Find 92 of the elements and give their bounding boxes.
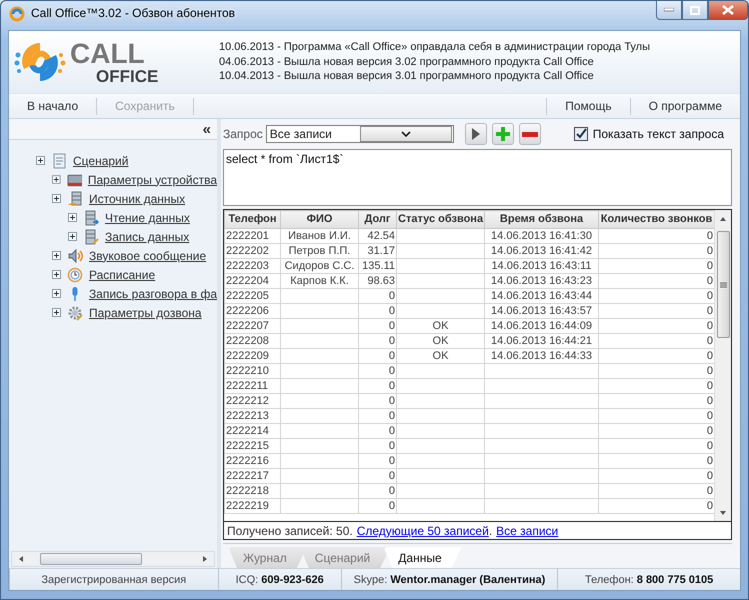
- tree-link[interactable]: Запись разговора в фа: [88, 286, 217, 300]
- table-cell: 14.06.2013 16:44:09: [484, 318, 598, 334]
- news-item: 10.06.2013 - Программа «Call Office» оправдала себя в администрации города Тулы: [219, 40, 650, 55]
- table-cell: 2222214: [224, 424, 280, 439]
- table-cell: 2222219: [224, 498, 280, 514]
- table-cell: OK: [396, 348, 484, 364]
- table-cell: 14.06.2013 16:44:33: [484, 348, 598, 364]
- table-cell: 14.06.2013 16:43:23: [484, 274, 598, 289]
- collapse-button[interactable]: «: [196, 122, 217, 136]
- table-cell: 0: [358, 424, 396, 439]
- table-cell: 14.06.2013 16:43:44: [484, 288, 598, 304]
- column-header[interactable]: Долг: [358, 210, 396, 229]
- table-cell: 2222209: [224, 348, 280, 364]
- table-cell: 2222208: [224, 334, 280, 349]
- table-cell: 135.11: [358, 258, 396, 274]
- table-cell: 0: [358, 288, 396, 304]
- table-cell: Петров П.П.: [280, 244, 358, 259]
- records-info: Получено записей: 50.: [227, 524, 353, 538]
- table-cell: 0: [358, 394, 396, 409]
- logo-text: OFFICE: [96, 68, 158, 84]
- phone-contact: Телефон: 8 800 775 0105: [585, 574, 714, 586]
- column-header[interactable]: Время обзвона: [484, 210, 598, 229]
- table-cell: 98.63: [358, 274, 396, 289]
- table-cell: 2222216: [224, 454, 280, 469]
- table-cell: 0: [358, 454, 396, 469]
- license-status: Зарегистрированная версия: [41, 574, 186, 586]
- table-cell: 0: [358, 408, 396, 424]
- table-cell: 0: [358, 498, 396, 514]
- query-dropdown[interactable]: Все записи: [266, 125, 454, 143]
- table-cell: 2222202: [224, 244, 280, 259]
- tree-link[interactable]: Расписание: [89, 268, 156, 282]
- checkbox-label: Показать текст запроса: [592, 127, 724, 141]
- table-cell: 31.17: [358, 244, 396, 259]
- table-cell: 2222205: [224, 288, 280, 304]
- table-cell: 2222207: [224, 318, 280, 334]
- logo-text: CALL: [70, 40, 146, 68]
- table-cell: 0: [358, 378, 396, 394]
- table-cell: 0: [358, 318, 396, 334]
- tree-link[interactable]: Параметры устройства: [88, 172, 217, 186]
- table-cell: 2222206: [224, 304, 280, 319]
- table-cell: 2222201: [224, 228, 280, 244]
- table-cell: Иванов И.И.: [280, 228, 358, 244]
- table-cell: Карпов К.К.: [280, 274, 358, 289]
- table-cell: 14.06.2013 16:43:11: [484, 258, 598, 274]
- table-cell: 0: [358, 348, 396, 364]
- table-cell: 14.06.2013 16:41:30: [484, 228, 598, 244]
- table-cell: OK: [396, 318, 484, 334]
- toolbar-button[interactable]: О программе: [630, 99, 740, 113]
- icq-contact: ICQ: 609-923-626: [236, 574, 324, 586]
- table-cell: 2222203: [224, 258, 280, 274]
- table-cell: 2222213: [224, 408, 280, 424]
- column-header[interactable]: Телефон: [224, 210, 280, 229]
- table-cell: 2222212: [224, 394, 280, 409]
- news-item: 10.04.2013 - Вышла новая версия 3.01 программного продукта Call Office: [219, 69, 595, 84]
- table-cell: 0: [358, 334, 396, 349]
- tree-link[interactable]: Источник данных: [89, 192, 186, 206]
- query-text-field[interactable]: select * from `Лист1$`: [223, 149, 732, 206]
- column-header[interactable]: ФИО: [280, 210, 358, 229]
- table-cell: 14.06.2013 16:41:42: [484, 244, 598, 259]
- table-cell: 14.06.2013 16:43:57: [484, 304, 598, 319]
- tree-link[interactable]: Параметры дозвона: [89, 306, 202, 320]
- news-item: 04.06.2013 - Вышла новая версия 3.02 программного продукта Call Office: [219, 54, 595, 70]
- records-info: .: [488, 524, 492, 538]
- table-cell: 2222215: [224, 438, 280, 454]
- column-header[interactable]: Количество звонков: [598, 210, 714, 229]
- table-cell: 0: [358, 468, 396, 484]
- table-cell: 0: [358, 304, 396, 319]
- column-header[interactable]: Статус обзвона: [396, 210, 484, 229]
- table-cell: Сидоров С.С.: [280, 258, 358, 274]
- table-cell: 2222217: [224, 468, 280, 484]
- table-cell: OK: [396, 334, 484, 349]
- table-cell: 14.06.2013 16:44:21: [484, 334, 598, 349]
- query-label: Запрос: [223, 127, 263, 141]
- tree-link[interactable]: Звуковое сообщение: [89, 248, 206, 262]
- toolbar-button[interactable]: Помощь: [547, 99, 630, 113]
- tree-link[interactable]: Чтение данных: [105, 210, 190, 224]
- window-title: Call Office™3.02 - Обзвон абонентов: [31, 6, 236, 20]
- table-cell: 0: [358, 438, 396, 454]
- table-cell: 2222204: [224, 274, 280, 289]
- skype-contact: Skype: Wentor.manager (Валентина): [354, 574, 546, 586]
- toolbar-button[interactable]: В начало: [9, 99, 96, 113]
- table-cell: 2222210: [224, 364, 280, 379]
- records-link[interactable]: Все записи: [496, 524, 558, 538]
- table-cell: 0: [358, 364, 396, 379]
- table-cell: 0: [358, 484, 396, 499]
- table-cell: 2222218: [224, 484, 280, 499]
- table-cell: 42.54: [358, 228, 396, 244]
- records-link[interactable]: Следующие 50 записей: [356, 524, 489, 538]
- table-cell: 2222211: [224, 378, 280, 394]
- tree-link[interactable]: Сценарий: [73, 154, 128, 168]
- tab[interactable]: Данные: [384, 547, 462, 568]
- tree-link[interactable]: Запись данных: [105, 230, 190, 244]
